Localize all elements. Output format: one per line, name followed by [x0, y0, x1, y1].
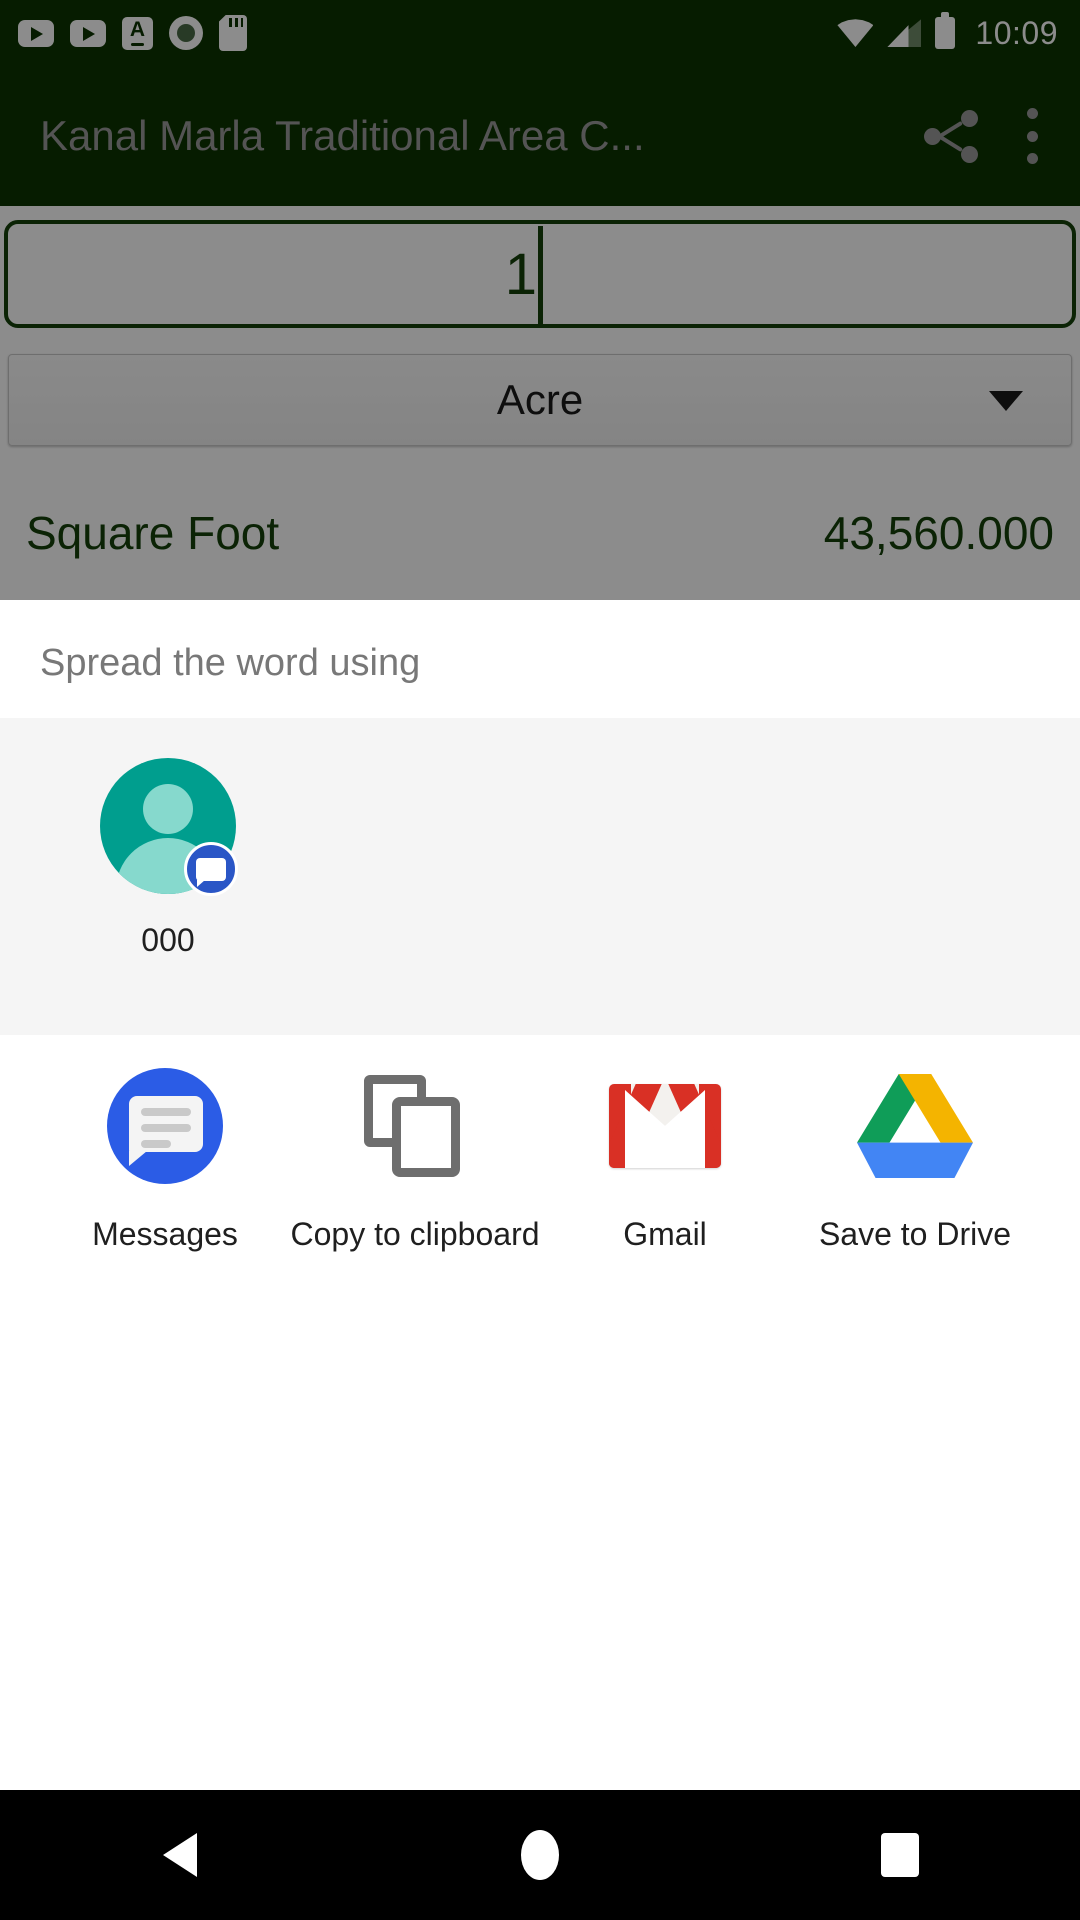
share-sheet: Spread the word using 000 Messages Copy …	[0, 600, 1080, 1790]
google-drive-icon	[855, 1066, 975, 1186]
gmail-icon	[605, 1066, 725, 1186]
direct-share-target[interactable]: 000	[100, 758, 238, 959]
share-target-gmail[interactable]: Gmail	[540, 1066, 790, 1253]
share-target-save-to-drive[interactable]: Save to Drive	[790, 1066, 1040, 1253]
android-screen: A 10:09 Kanal Marla Traditional Area C..…	[0, 0, 1080, 1920]
app-content-layer: A 10:09 Kanal Marla Traditional Area C..…	[0, 0, 1080, 600]
direct-share-band: 000	[0, 718, 1080, 1035]
share-targets-row: Messages Copy to clipboard Gmail Save to…	[0, 1066, 1080, 1253]
messages-badge-icon	[184, 842, 238, 896]
copy-to-clipboard-icon	[355, 1066, 475, 1186]
share-target-copy-to-clipboard[interactable]: Copy to clipboard	[290, 1066, 540, 1253]
home-icon[interactable]	[360, 1830, 720, 1880]
back-icon[interactable]	[0, 1833, 360, 1877]
recents-icon[interactable]	[720, 1833, 1080, 1877]
share-target-messages[interactable]: Messages	[40, 1066, 290, 1253]
direct-share-label: 000	[141, 922, 195, 958]
share-target-label: Copy to clipboard	[290, 1216, 540, 1252]
messages-icon	[105, 1066, 225, 1186]
navigation-bar	[0, 1790, 1080, 1920]
share-target-label: Messages	[92, 1216, 238, 1252]
share-target-label: Save to Drive	[818, 1216, 1012, 1252]
share-sheet-title: Spread the word using	[40, 642, 421, 684]
share-target-label: Gmail	[623, 1216, 707, 1252]
dim-scrim[interactable]	[0, 0, 1080, 600]
